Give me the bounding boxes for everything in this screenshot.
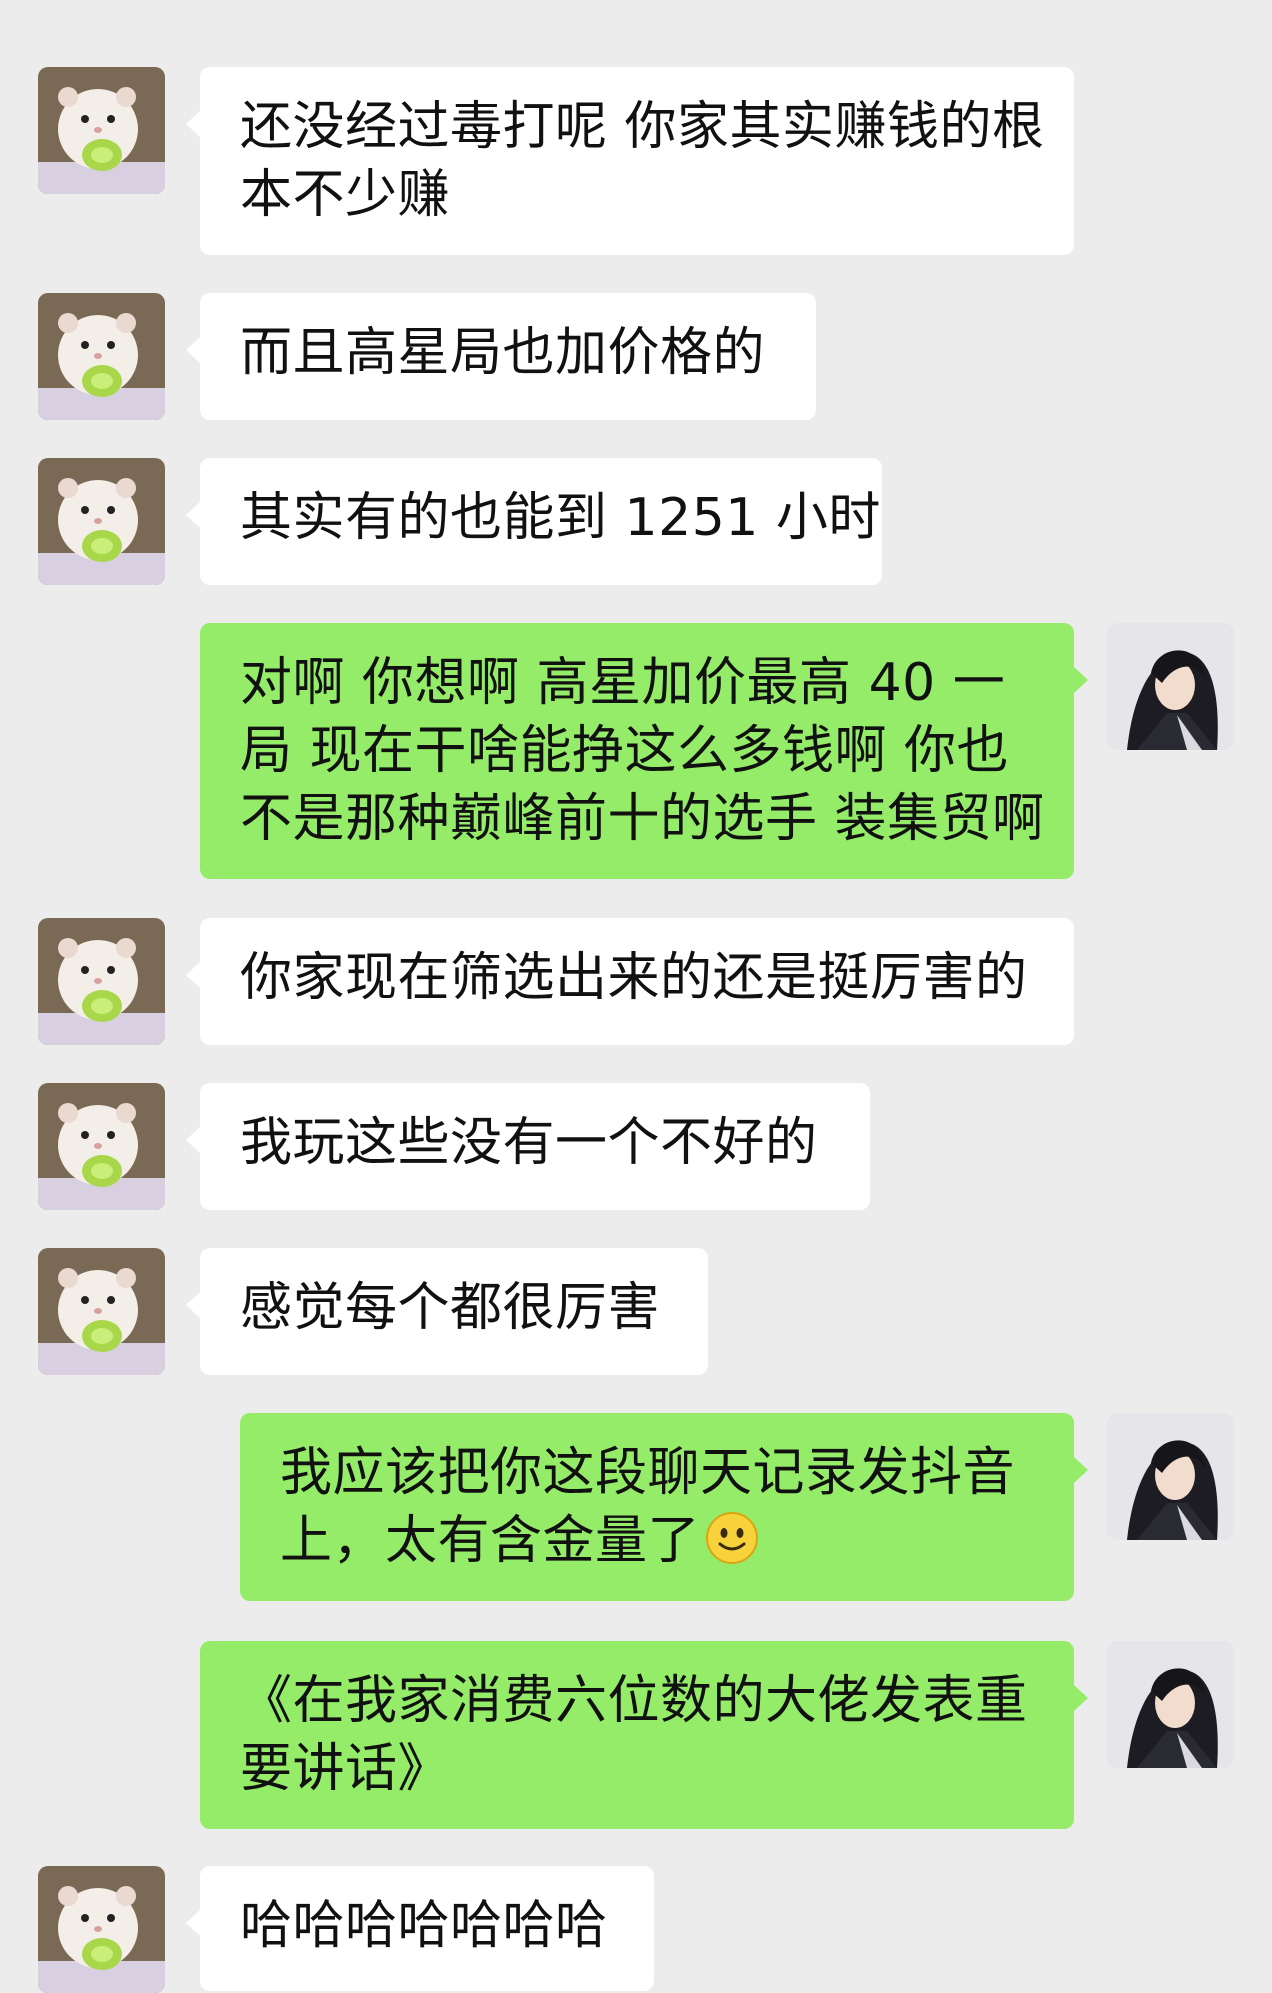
anime-swordsman-avatar-icon[interactable] <box>1107 623 1234 750</box>
anime-swordsman-avatar-icon[interactable] <box>1107 1641 1234 1768</box>
bubble-tail <box>186 337 200 363</box>
hamster-avatar-icon[interactable] <box>38 67 165 194</box>
message-bubble[interactable]: 而且高星局也加价格的 <box>186 293 816 420</box>
message-text: 不是那种巅峰前十的选手 装集贸啊 <box>240 789 1045 849</box>
message-text-segment: 上，太有含金量了 <box>280 1511 701 1571</box>
message-text: 哈哈哈哈哈哈哈 <box>240 1896 608 1956</box>
message-text: 要讲话》 <box>240 1739 451 1799</box>
message-bubble[interactable]: 哈哈哈哈哈哈哈 <box>186 1866 654 1991</box>
hamster-avatar-icon[interactable] <box>38 1866 165 1993</box>
bubble-tail <box>186 502 200 528</box>
message-bubble[interactable]: 对啊 你想啊 高星加价最高 40 一 局 现在干啥能挣这么多钱啊 你也 不是那种… <box>200 623 1088 879</box>
hamster-avatar-icon[interactable] <box>38 293 165 420</box>
message-text: 对啊 你想啊 高星加价最高 40 一 <box>240 653 1006 713</box>
bubble-tail <box>1074 1685 1088 1711</box>
bubble-tail <box>1074 1457 1088 1483</box>
message-text: 感觉每个都很厉害 <box>240 1278 661 1338</box>
message-text: 局 现在干啥能挣这么多钱啊 你也 <box>240 721 1010 781</box>
message-text: 你家现在筛选出来的还是挺厉害的 <box>240 948 1028 1008</box>
message-text: 而且高星局也加价格的 <box>240 323 766 383</box>
message-bubble[interactable]: 我玩这些没有一个不好的 <box>186 1083 870 1210</box>
bubble-tail <box>186 962 200 988</box>
message-text: 我应该把你这段聊天记录发抖音 <box>280 1443 1016 1503</box>
message-bubble[interactable]: 感觉每个都很厉害 <box>186 1248 708 1375</box>
message-text: 本不少赚 <box>240 165 451 225</box>
bubble-tail <box>186 1292 200 1318</box>
message-bubble[interactable]: 你家现在筛选出来的还是挺厉害的 <box>186 918 1074 1045</box>
message-bubble[interactable]: 还没经过毒打呢 你家其实赚钱的根 本不少赚 <box>186 67 1074 255</box>
message-bubble[interactable]: 其实有的也能到 1251 小时 <box>186 458 882 585</box>
hamster-avatar-icon[interactable] <box>38 1083 165 1210</box>
message-text: 我玩这些没有一个不好的 <box>240 1113 818 1173</box>
bubble-tail <box>186 1910 200 1936</box>
message-text: 还没经过毒打呢 你家其实赚钱的根 <box>240 97 1045 157</box>
bubble-tail <box>1074 667 1088 693</box>
message-text: 《在我家消费六位数的大佬发表重 <box>240 1671 1028 1731</box>
hamster-avatar-icon[interactable] <box>38 1248 165 1375</box>
message-bubble[interactable]: 《在我家消费六位数的大佬发表重 要讲话》 <box>200 1641 1088 1829</box>
anime-swordsman-avatar-icon[interactable] <box>1107 1413 1234 1540</box>
hamster-avatar-icon[interactable] <box>38 918 165 1045</box>
message-text: 其实有的也能到 1251 小时 <box>240 488 881 548</box>
bubble-tail <box>186 1127 200 1153</box>
message-bubble[interactable]: 我应该把你这段聊天记录发抖音 上，太有含金量了 <box>240 1413 1088 1601</box>
hamster-avatar-icon[interactable] <box>38 458 165 585</box>
bubble-tail <box>186 111 200 137</box>
smile-emoji-icon <box>704 1510 760 1566</box>
chat-message-list: 还没经过毒打呢 你家其实赚钱的根 本不少赚 而且高星局也加价格的 其实有的也能到… <box>0 0 1272 1993</box>
message-text: 上，太有含金量了 <box>280 1507 1034 1575</box>
